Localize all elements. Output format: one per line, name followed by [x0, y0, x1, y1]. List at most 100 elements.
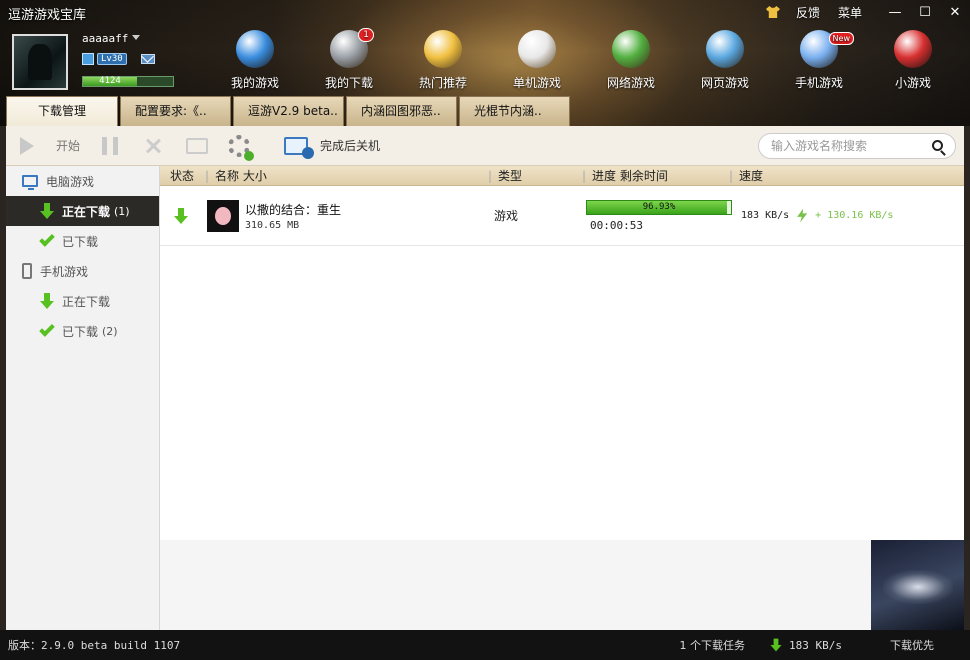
sidebar-item-mobile-downloaded[interactable]: 已下载 (2) — [6, 316, 159, 346]
status-bar: 版本：2.9.0 beta build 1107 1 个下载任务 183 KB/… — [0, 630, 970, 660]
feedback-link[interactable]: 反馈 — [796, 4, 820, 21]
shutdown-after-button[interactable]: 完成后关机 — [284, 136, 381, 159]
column-header-progress[interactable]: 进度 剩余时间 — [582, 166, 729, 186]
avatar[interactable] — [12, 34, 68, 90]
close-button[interactable]: ✕ — [940, 1, 970, 23]
user-level-row: Lv30 — [82, 53, 155, 65]
settings-button[interactable] — [228, 134, 255, 161]
tab-3[interactable]: 内涵囧图邪恶.. — [346, 96, 457, 126]
banner-glow — [883, 570, 953, 604]
web-game-icon — [706, 30, 744, 68]
shutdown-label: 完成后关机 — [320, 139, 381, 153]
gear-icon — [228, 134, 255, 161]
nav-item-5[interactable]: 网页游戏 — [678, 30, 772, 91]
sidebar-item-label: 已下载 — [62, 324, 99, 339]
game-thumbnail — [207, 199, 239, 232]
open-folder-button[interactable] — [186, 137, 209, 154]
gamepad-icon — [518, 30, 556, 68]
sidebar-item-mobile-games[interactable]: 手机游戏 — [6, 256, 159, 286]
nav-item-3[interactable]: 单机游戏 — [490, 30, 584, 91]
mail-icon[interactable] — [140, 54, 155, 64]
downloading-status-icon — [174, 207, 188, 224]
search-icon[interactable] — [932, 140, 943, 151]
pause-button[interactable] — [102, 136, 119, 155]
sidebar-item-mobile-downloading[interactable]: 正在下载 — [6, 286, 159, 316]
nav-item-2[interactable]: 热门推荐 — [396, 30, 490, 91]
row-status — [160, 207, 205, 224]
column-header-speed[interactable]: 速度 — [729, 166, 964, 186]
user-dropdown-icon[interactable] — [132, 35, 140, 40]
skin-shirt-icon[interactable] — [765, 6, 780, 18]
badge-icon — [82, 53, 94, 65]
sidebar-item-label: 已下载 — [62, 234, 99, 249]
tab-0[interactable]: 下载管理 — [6, 96, 118, 126]
sidebar-item-label: 正在下载 — [62, 204, 111, 219]
progress-bar: 96.93% — [586, 199, 732, 215]
column-header-status[interactable]: 状态 — [160, 166, 205, 186]
nav-item-label: 网络游戏 — [606, 76, 655, 90]
tab-2[interactable]: 逗游V2.9 beta.. — [233, 96, 344, 126]
row-speed-cell: 183 KB/s + 130.16 KB/s — [729, 208, 964, 223]
version-text: 版本：2.9.0 beta build 1107 — [8, 639, 181, 652]
menu-link[interactable]: 菜单 — [838, 4, 862, 21]
nav-item-label: 我的下载 — [324, 76, 373, 90]
ad-banner[interactable] — [871, 540, 964, 630]
nav-item-1[interactable]: 1 我的下载 — [302, 28, 396, 91]
game-name: 以撒的结合：重生 — [245, 202, 342, 217]
app-title: 逗游游戏宝库 — [8, 8, 87, 23]
table-header: 状态 名称 大小 类型 进度 剩余时间 速度 — [160, 166, 964, 186]
folder-icon — [186, 137, 209, 154]
experience-value: 4124 — [99, 76, 121, 86]
column-header-name-size[interactable]: 名称 大小 — [205, 166, 488, 186]
nav-item-label: 单机游戏 — [512, 76, 561, 90]
download-priority-button[interactable]: 下载优先 — [890, 637, 934, 653]
sidebar-item-label: 正在下载 — [62, 294, 111, 309]
user-level: Lv30 — [97, 53, 127, 65]
nav-item-4[interactable]: 网络游戏 — [584, 30, 678, 91]
nav-item-6[interactable]: New 手机游戏 — [772, 30, 866, 91]
sidebar-item-label: 手机游戏 — [40, 264, 89, 279]
sidebar-item-pc-downloading[interactable]: 正在下载 (1) — [6, 196, 159, 226]
table-row[interactable]: 以撒的结合：重生 310.65 MB 游戏 96.93% 00:00:53 18… — [160, 186, 964, 246]
hot-plus-icon — [424, 30, 462, 68]
maximize-button[interactable]: ☐ — [910, 1, 940, 23]
nav-item-label: 我的游戏 — [230, 76, 279, 90]
remaining-time: 00:00:53 — [590, 218, 643, 232]
frame-right — [964, 126, 970, 630]
download-arrow-icon — [770, 638, 782, 652]
main-nav: 我的游戏 1 我的下载 热门推荐 单机游戏 网络游戏 网页游戏 New 手机游戏 小游戏 — [208, 28, 960, 91]
sidebar-item-pc-downloaded[interactable]: 已下载 — [6, 226, 159, 256]
tab-bar: 下载管理 配置要求:《.. 逗游V2.9 beta.. 内涵囧图邪恶.. 光棍节内涵.. — [6, 96, 572, 126]
download-list: 状态 名称 大小 类型 进度 剩余时间 速度 以撒的结合：重生 310.65 M… — [160, 166, 964, 540]
header-banner: 逗游游戏宝库 反馈 菜单 — ☐ ✕ aaaaaff Lv30 4124 我的游… — [0, 0, 970, 126]
boost-speed: + 130.16 KB/s — [815, 210, 894, 221]
start-label: 开始 — [56, 139, 81, 153]
tab-4[interactable]: 光棍节内涵.. — [459, 96, 570, 126]
progress-percent: 96.93% — [642, 201, 676, 212]
search-input[interactable] — [771, 139, 931, 153]
username[interactable]: aaaaaff — [82, 32, 128, 45]
task-count: 1 个下载任务 — [679, 639, 746, 652]
my-games-icon — [236, 30, 274, 68]
delete-button[interactable] — [144, 137, 162, 155]
boost-bolt-icon[interactable] — [797, 208, 808, 223]
notification-badge: 1 — [358, 28, 374, 42]
total-speed-value: 183 KB/s — [789, 638, 842, 652]
sidebar-item-pc-games[interactable]: 电脑游戏 — [6, 166, 159, 196]
start-button[interactable]: 开始 — [20, 136, 81, 155]
nav-item-label: 热门推荐 — [418, 76, 467, 90]
column-header-type[interactable]: 类型 — [488, 166, 582, 186]
experience-bar: 4124 — [82, 76, 174, 87]
joystick-icon — [894, 30, 932, 68]
download-arrow-icon — [40, 293, 54, 309]
tab-1[interactable]: 配置要求:《.. — [120, 96, 231, 126]
phone-icon — [22, 263, 32, 279]
nav-item-0[interactable]: 我的游戏 — [208, 30, 302, 91]
row-progress-cell: 96.93% 00:00:53 — [582, 199, 732, 232]
game-type: 游戏 — [494, 209, 519, 223]
nav-item-label: 手机游戏 — [794, 76, 843, 90]
minimize-button[interactable]: — — [880, 1, 910, 23]
new-badge: New — [828, 32, 854, 45]
nav-item-7[interactable]: 小游戏 — [866, 30, 960, 91]
row-name-cell: 以撒的结合：重生 310.65 MB — [205, 199, 488, 232]
